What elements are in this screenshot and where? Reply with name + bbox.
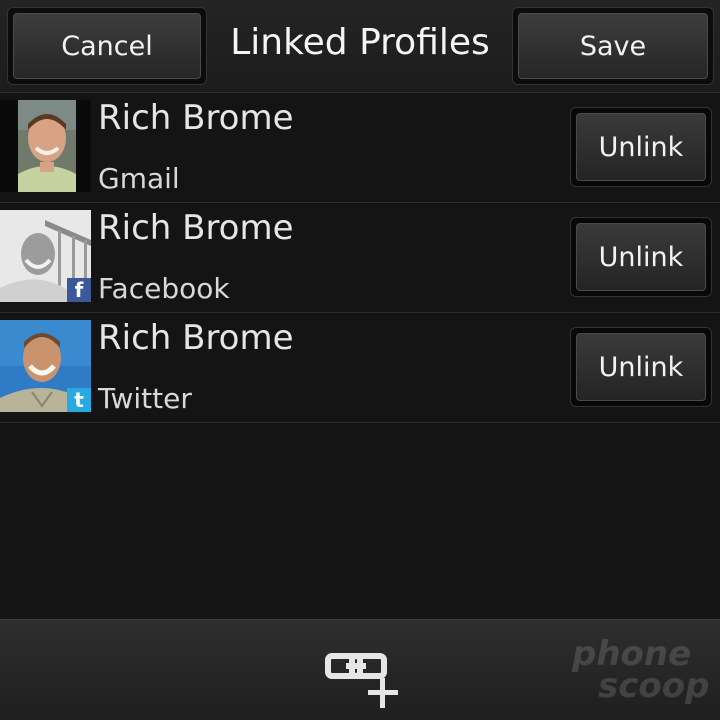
- page-title: Linked Profiles: [230, 22, 490, 63]
- watermark-line-1: phone: [572, 634, 692, 674]
- profile-list: Rich Brome Gmail Unlink f Rich Brome Fac…: [0, 93, 720, 423]
- unlink-button-frame: Unlink: [570, 327, 712, 407]
- title-bar: Cancel Linked Profiles Save: [0, 0, 720, 93]
- watermark-logo: phone scoop: [568, 634, 718, 718]
- save-button[interactable]: Save: [518, 13, 708, 79]
- unlink-button-frame: Unlink: [570, 107, 712, 187]
- watermark-line-2: scoop: [598, 666, 710, 706]
- profile-service: Facebook: [98, 272, 230, 305]
- unlink-button-twitter[interactable]: Unlink: [576, 333, 706, 401]
- unlink-button-facebook[interactable]: Unlink: [576, 223, 706, 291]
- avatar: t: [0, 320, 91, 412]
- avatar: f: [0, 210, 91, 302]
- avatar: [0, 100, 91, 192]
- profile-service: Gmail: [98, 162, 180, 195]
- link-add-button[interactable]: [322, 650, 404, 712]
- linked-profiles-screen: Cancel Linked Profiles Save Rich Brome G…: [0, 0, 720, 720]
- link-add-icon: [325, 653, 398, 708]
- twitter-icon: t: [67, 388, 91, 412]
- facebook-icon: f: [67, 278, 91, 302]
- avatar-photo-gmail: [0, 100, 91, 192]
- cancel-button[interactable]: Cancel: [13, 13, 201, 79]
- profile-name: Rich Brome: [98, 98, 294, 138]
- profile-name: Rich Brome: [98, 318, 294, 358]
- profile-service: Twitter: [98, 382, 192, 415]
- save-button-frame: Save: [512, 7, 714, 85]
- unlink-button-gmail[interactable]: Unlink: [576, 113, 706, 181]
- profile-row-gmail[interactable]: Rich Brome Gmail Unlink: [0, 93, 720, 203]
- profile-row-facebook[interactable]: f Rich Brome Facebook Unlink: [0, 203, 720, 313]
- cancel-button-frame: Cancel: [7, 7, 207, 85]
- profile-row-twitter[interactable]: t Rich Brome Twitter Unlink: [0, 313, 720, 423]
- profile-name: Rich Brome: [98, 208, 294, 248]
- unlink-button-frame: Unlink: [570, 217, 712, 297]
- action-bar: phone scoop: [0, 619, 720, 720]
